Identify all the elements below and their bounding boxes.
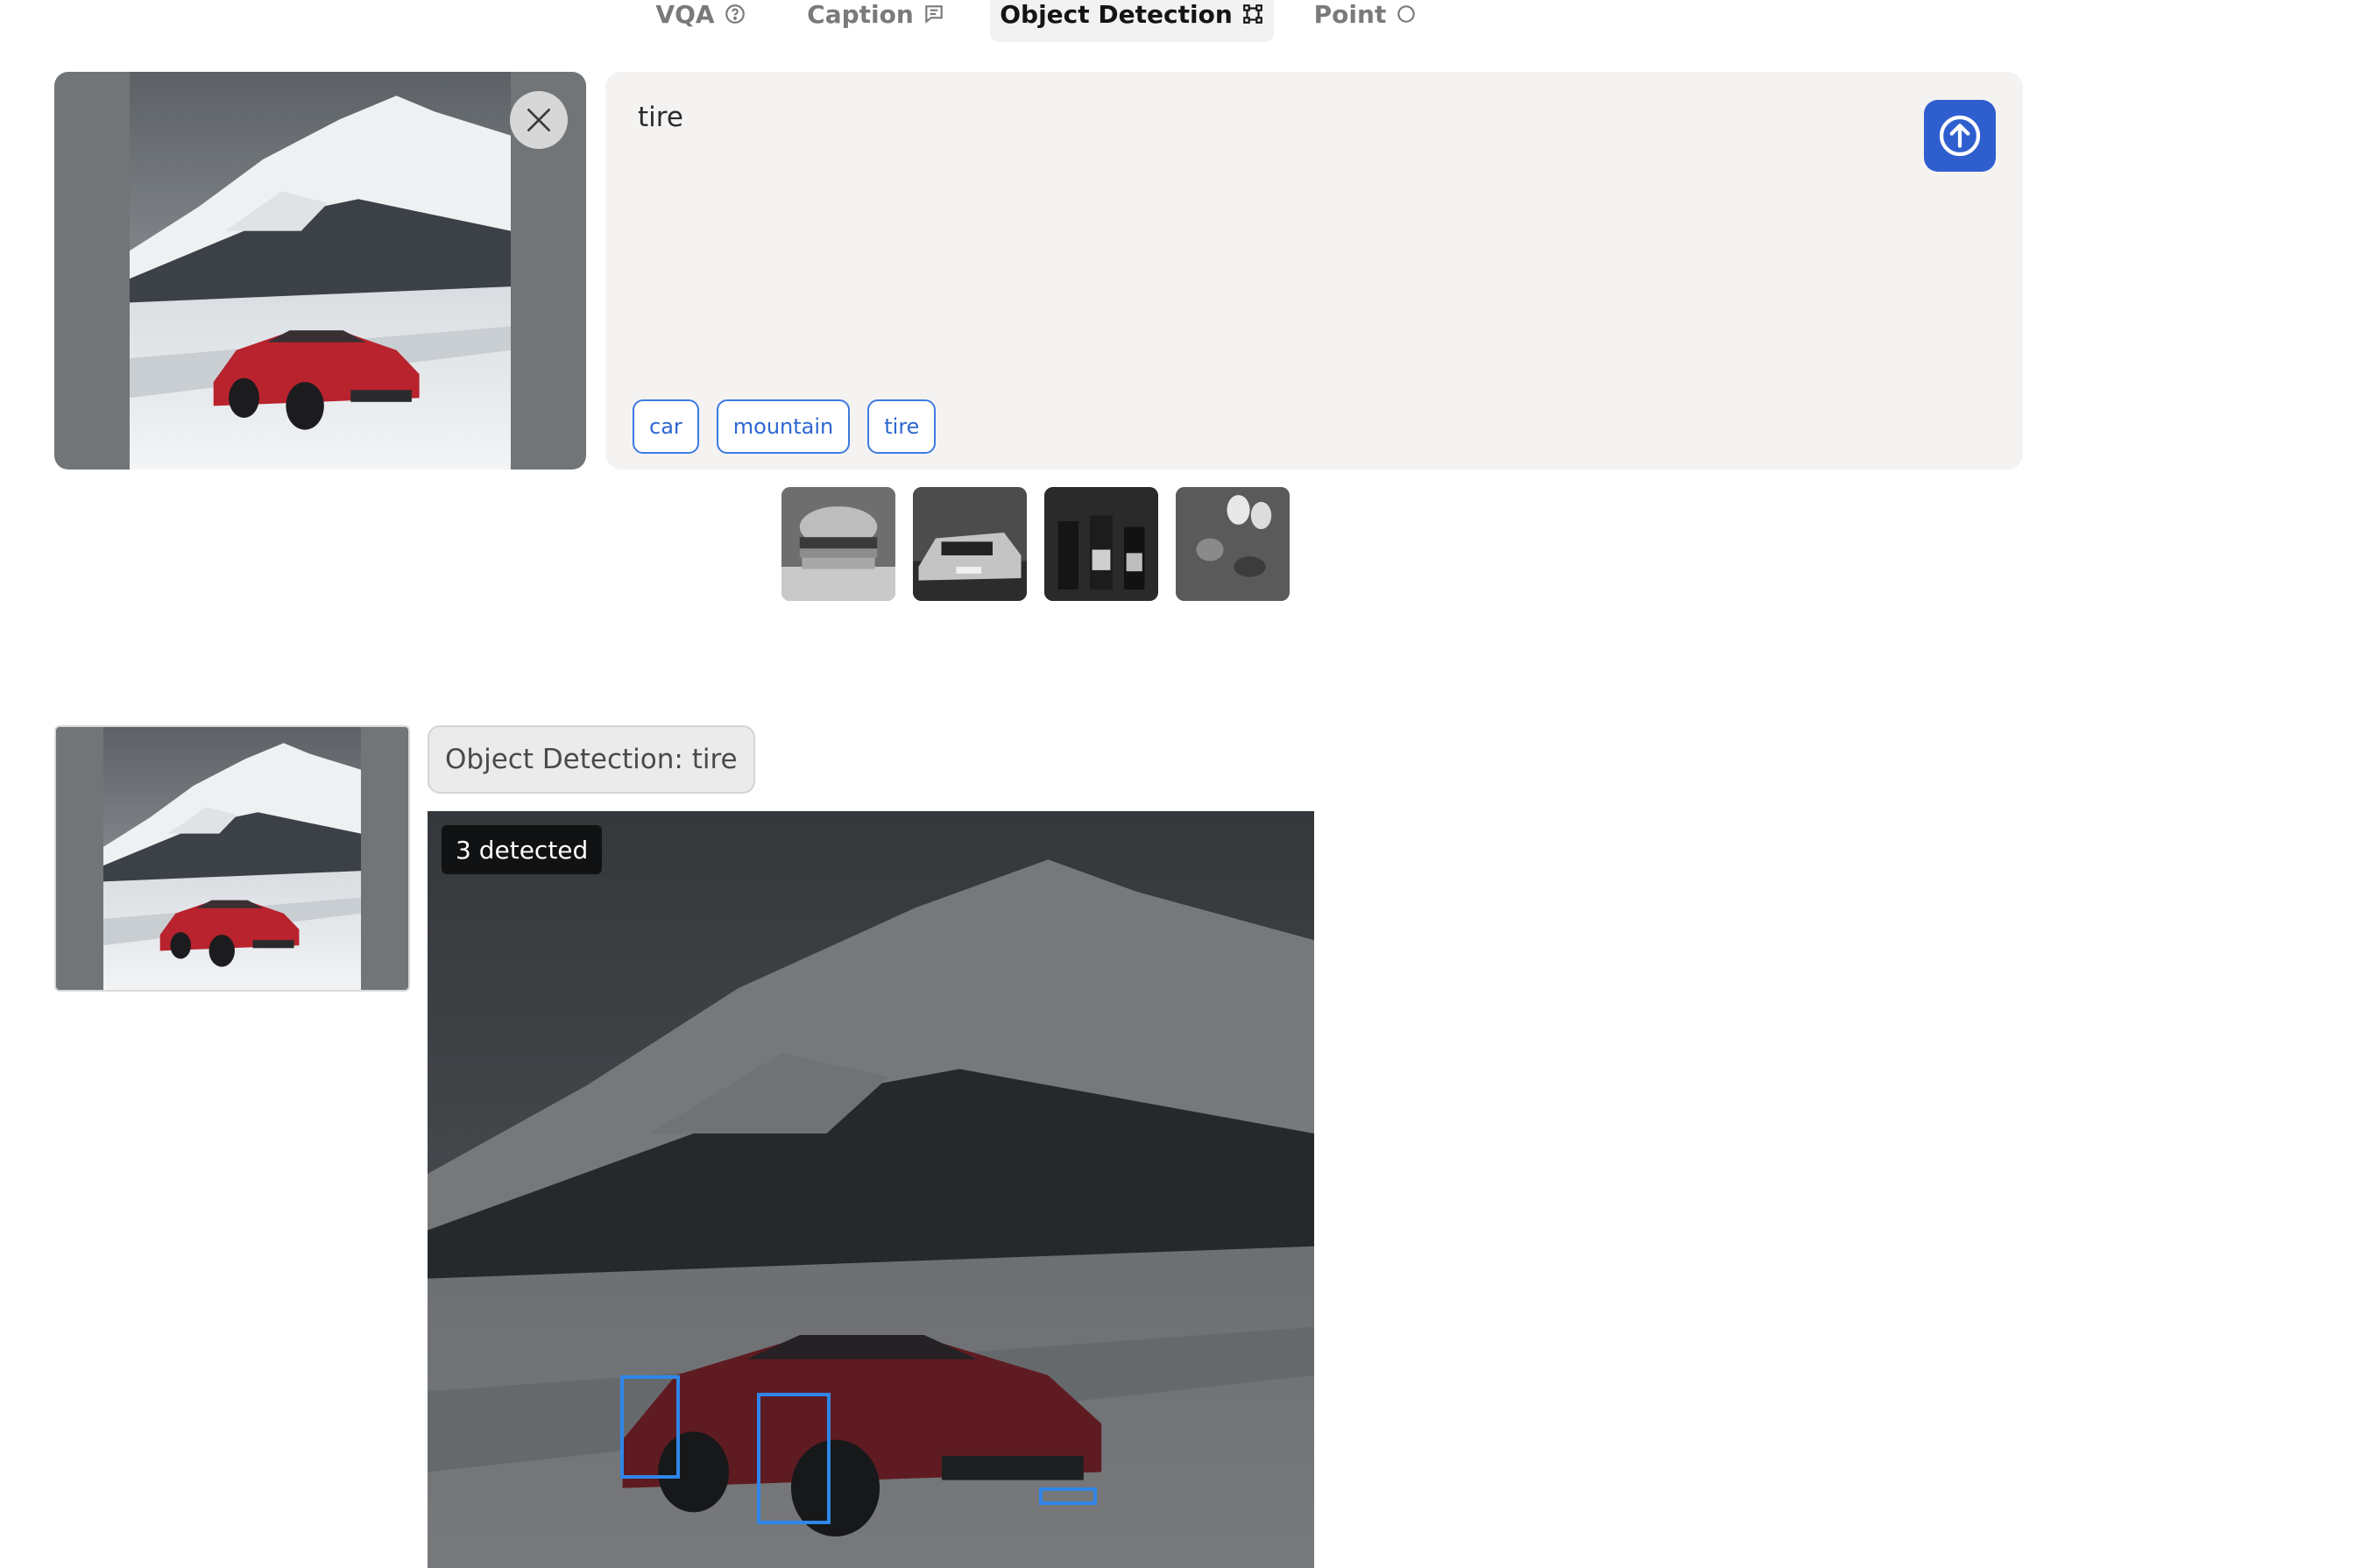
arrow-up-circle-icon <box>1939 115 1981 157</box>
tab-vqa[interactable]: VQA <box>648 0 753 42</box>
sample-eggs[interactable] <box>1176 487 1290 601</box>
detection-result-image: 3 detected <box>428 811 1314 1568</box>
tab-point[interactable]: Point <box>1309 0 1423 42</box>
question-circle-icon <box>725 4 745 24</box>
caption-icon <box>925 5 943 24</box>
sample-images <box>781 487 1290 601</box>
history-image <box>103 727 361 990</box>
chip-mountain[interactable]: mountain <box>716 399 851 454</box>
submit-button[interactable] <box>1924 100 1996 172</box>
remove-image-button[interactable] <box>510 91 568 149</box>
sample-delorean[interactable] <box>913 487 1027 601</box>
tab-label: Caption <box>807 0 914 29</box>
prompt-input[interactable] <box>638 102 1864 133</box>
tab-object-detection[interactable]: Object Detection <box>990 0 1274 42</box>
image-dim-overlay <box>428 811 1314 1568</box>
detection-box <box>757 1393 831 1524</box>
tab-label: Point <box>1313 0 1387 29</box>
result-query-label: Object Detection: tire <box>428 725 755 794</box>
circle-icon <box>1397 5 1416 23</box>
tab-label: Object Detection <box>1000 0 1233 29</box>
bottles-sample-image <box>1044 487 1158 601</box>
history-image-thumbnail[interactable] <box>54 725 410 992</box>
sample-burger[interactable] <box>781 487 895 601</box>
suggestion-chips: car mountain tire <box>633 399 937 454</box>
close-icon <box>527 109 550 131</box>
eggs-sample-image <box>1176 487 1290 601</box>
bounding-box-icon <box>1242 4 1262 24</box>
chip-car[interactable]: car <box>633 399 699 454</box>
prompt-panel: car mountain tire <box>605 72 2023 470</box>
detected-count-badge: 3 detected <box>442 825 603 874</box>
detection-box <box>1039 1487 1097 1505</box>
uploaded-image <box>130 72 511 470</box>
sample-bottles[interactable] <box>1044 487 1158 601</box>
burger-sample-image <box>781 487 895 601</box>
detection-box <box>620 1375 680 1479</box>
chip-tire[interactable]: tire <box>867 399 937 454</box>
mode-tabs: VQA Caption Object Detection Point <box>0 0 2376 44</box>
app-root: VQA Caption Object Detection Point car m… <box>0 0 2376 1568</box>
tab-caption[interactable]: Caption <box>806 0 946 42</box>
tab-label: VQA <box>655 0 715 29</box>
delorean-sample-image <box>913 487 1027 601</box>
uploaded-image-card <box>54 72 586 470</box>
